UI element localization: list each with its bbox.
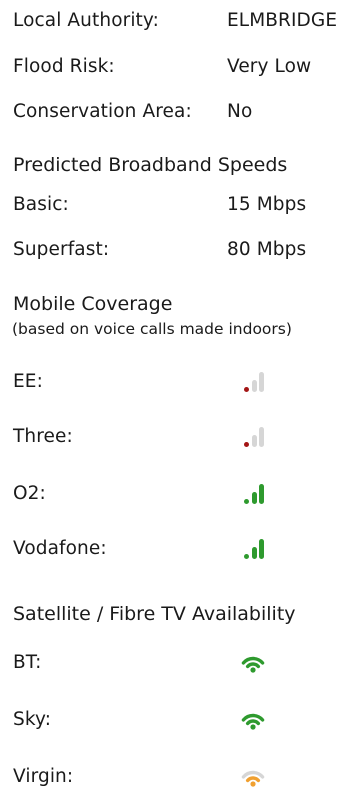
wifi-icon bbox=[238, 764, 268, 788]
wifi-icon bbox=[238, 650, 268, 674]
mobile-network-label: Three: bbox=[13, 425, 73, 447]
broadband-basic-value: 15 Mbps bbox=[227, 193, 307, 215]
tv-provider-row: Virgin: bbox=[13, 761, 352, 791]
conservation-area-value: No bbox=[227, 100, 253, 122]
local-authority-row: Local Authority: ELMBRIDGE bbox=[13, 5, 352, 35]
wifi-arc bbox=[241, 713, 265, 722]
flood-risk-value: Very Low bbox=[227, 55, 312, 77]
broadband-basic-label: Basic: bbox=[13, 193, 69, 215]
mobile-network-label: Vodafone: bbox=[13, 537, 107, 559]
mobile-network-row: EE: bbox=[13, 366, 352, 396]
broadband-superfast-row: Superfast: 80 Mbps bbox=[13, 234, 352, 264]
mobile-network-row: Vodafone: bbox=[13, 533, 352, 563]
signal-dot bbox=[244, 554, 249, 559]
tv-availability-heading: Satellite / Fibre TV Availability bbox=[13, 603, 296, 625]
signal-bar bbox=[252, 435, 257, 447]
wifi-arc bbox=[245, 719, 261, 726]
wifi-arc bbox=[245, 662, 261, 669]
local-authority-label: Local Authority: bbox=[13, 9, 159, 31]
tv-provider-label: BT: bbox=[13, 651, 42, 673]
wifi-arc bbox=[241, 656, 265, 665]
signal-bar bbox=[252, 547, 257, 559]
signal-bar bbox=[252, 380, 257, 392]
signal-bars-icon bbox=[244, 536, 266, 560]
wifi-arc bbox=[241, 770, 265, 779]
broadband-heading: Predicted Broadband Speeds bbox=[13, 154, 288, 176]
tv-provider-row: Sky: bbox=[13, 704, 352, 734]
wifi-arc bbox=[245, 776, 261, 783]
conservation-area-row: Conservation Area: No bbox=[13, 96, 352, 126]
broadband-superfast-value: 80 Mbps bbox=[227, 238, 307, 260]
conservation-area-label: Conservation Area: bbox=[13, 100, 192, 122]
signal-bar bbox=[259, 427, 264, 447]
local-authority-value: ELMBRIDGE bbox=[227, 9, 338, 31]
broadband-superfast-label: Superfast: bbox=[13, 238, 110, 260]
signal-bar bbox=[252, 492, 257, 504]
signal-dot bbox=[244, 387, 249, 392]
flood-risk-row: Flood Risk: Very Low bbox=[13, 51, 352, 81]
signal-bar bbox=[259, 539, 264, 559]
signal-bar bbox=[259, 484, 264, 504]
mobile-network-label: O2: bbox=[13, 482, 46, 504]
signal-dot bbox=[244, 442, 249, 447]
tv-provider-row: BT: bbox=[13, 647, 352, 677]
mobile-network-label: EE: bbox=[13, 370, 43, 392]
flood-risk-label: Flood Risk: bbox=[13, 55, 115, 77]
broadband-basic-row: Basic: 15 Mbps bbox=[13, 189, 352, 219]
tv-provider-label: Virgin: bbox=[13, 765, 74, 787]
mobile-coverage-subheading: (based on voice calls made indoors) bbox=[12, 320, 292, 338]
wifi-dot bbox=[250, 724, 256, 730]
signal-bars-icon bbox=[244, 481, 266, 505]
signal-bars-icon bbox=[244, 424, 266, 448]
wifi-icon bbox=[238, 707, 268, 731]
wifi-dot bbox=[250, 781, 256, 787]
signal-bar bbox=[259, 372, 264, 392]
mobile-network-row: O2: bbox=[13, 478, 352, 508]
tv-provider-label: Sky: bbox=[13, 708, 52, 730]
mobile-coverage-heading: Mobile Coverage bbox=[13, 293, 173, 315]
signal-dot bbox=[244, 499, 249, 504]
wifi-dot bbox=[250, 667, 256, 673]
mobile-network-row: Three: bbox=[13, 421, 352, 451]
signal-bars-icon bbox=[244, 369, 266, 393]
